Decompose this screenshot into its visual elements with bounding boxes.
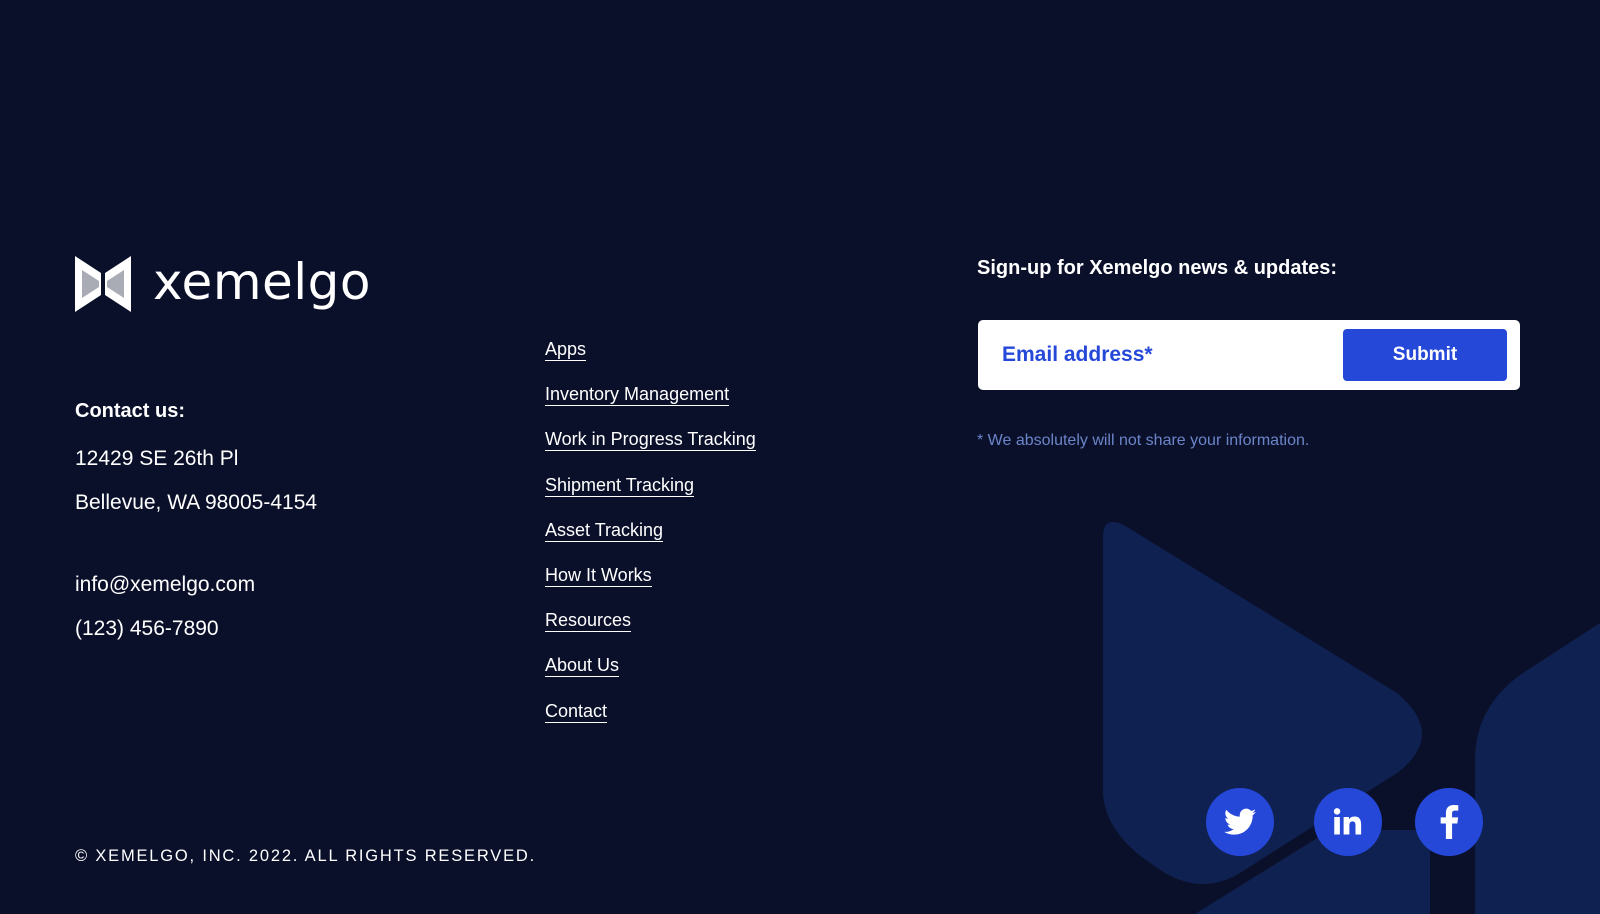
xemelgo-x-logo-icon	[75, 256, 131, 312]
brand-wordmark: xemelgo	[153, 253, 372, 311]
twitter-icon	[1224, 808, 1256, 835]
nav-link-shipment-tracking[interactable]: Shipment Tracking	[545, 474, 695, 497]
nav-link-asset-tracking[interactable]: Asset Tracking	[545, 519, 664, 542]
contact-heading: Contact us:	[75, 400, 185, 422]
linkedin-button[interactable]	[1314, 788, 1382, 856]
nav-link-resources[interactable]: Resources	[545, 610, 632, 633]
nav-link-inventory-management[interactable]: Inventory Management	[545, 384, 730, 407]
footer-section: xemelgo Contact us: 12429 SE 26th Pl Bel…	[0, 0, 1600, 914]
newsletter-form: Submit	[978, 320, 1520, 390]
facebook-button[interactable]	[1415, 788, 1483, 856]
email-input[interactable]	[1002, 334, 1322, 376]
linkedin-icon	[1333, 808, 1362, 835]
twitter-button[interactable]	[1206, 788, 1274, 856]
submit-button[interactable]: Submit	[1343, 329, 1507, 381]
address-line-1: 12429 SE 26th Pl	[75, 447, 239, 470]
nav-link-how-it-works[interactable]: How It Works	[545, 564, 652, 587]
nav-link-work-in-progress-tracking[interactable]: Work in Progress Tracking	[545, 429, 756, 452]
contact-phone[interactable]: (123) 456-7890	[75, 617, 219, 641]
nav-link-contact[interactable]: Contact	[545, 700, 608, 723]
footer-nav: Apps Inventory Management Work in Progre…	[545, 339, 756, 746]
facebook-icon	[1440, 805, 1459, 839]
brand-logo[interactable]: xemelgo	[75, 256, 371, 312]
contact-email-link[interactable]: info@xemelgo.com	[75, 573, 255, 597]
signup-title: Sign-up for Xemelgo news & updates:	[977, 257, 1338, 279]
privacy-disclaimer: * We absolutely will not share your info…	[977, 432, 1310, 449]
copyright-notice: © XEMELGO, INC. 2022. ALL RIGHTS RESERVE…	[75, 847, 536, 865]
address-line-2: Bellevue, WA 98005-4154	[75, 491, 318, 514]
nav-link-about-us[interactable]: About Us	[545, 655, 620, 678]
nav-link-apps[interactable]: Apps	[545, 339, 587, 361]
